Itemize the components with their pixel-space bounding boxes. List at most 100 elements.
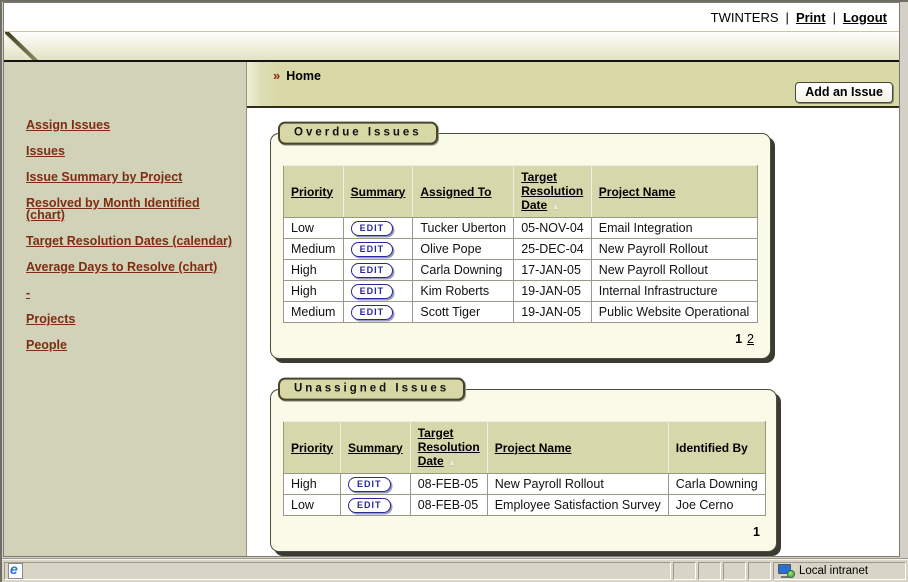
project-name-cell: New Payroll Rollout (487, 474, 668, 495)
edit-button[interactable]: EDIT (348, 498, 391, 513)
pagination: 1 (283, 516, 764, 545)
status-segment (673, 562, 696, 580)
status-bar: Local intranet (2, 558, 908, 582)
page-body: Priority Summary Assigned To Target Reso… (247, 108, 899, 556)
table-row: High EDIT 08-FEB-05 New Payroll Rollout … (284, 474, 766, 495)
chevron-right-icon: » (273, 68, 280, 83)
assigned-to-cell: Kim Roberts (413, 281, 514, 302)
assigned-to-cell: Scott Tiger (413, 302, 514, 323)
sidebar-item-projects[interactable]: Projects (26, 313, 236, 325)
edit-button[interactable]: EDIT (351, 284, 394, 299)
status-segment (723, 562, 746, 580)
project-name-sort-link[interactable]: Project Name (599, 185, 676, 199)
breadcrumb-bar: » Home Add an Issue (247, 62, 899, 108)
identified-by-cell: Joe Cerno (668, 495, 765, 516)
summary-sort-link[interactable]: Summary (348, 441, 403, 455)
sidebar-item-assign-issues[interactable]: Assign Issues (26, 119, 236, 131)
target-date-cell: 17-JAN-05 (514, 260, 592, 281)
edit-button[interactable]: EDIT (351, 242, 394, 257)
identified-by-label: Identified By (676, 441, 748, 455)
target-date-cell: 05-NOV-04 (514, 218, 592, 239)
add-an-issue-button[interactable]: Add an Issue (795, 82, 893, 103)
browser-window: TWINTERS | Print | Logout Assign Issues … (0, 0, 908, 582)
ie-page-icon (8, 563, 23, 579)
priority-cell: Low (284, 495, 341, 516)
table-header-row: Priority Summary Assigned To Target Reso… (284, 166, 758, 218)
priority-sort-link[interactable]: Priority (291, 185, 333, 199)
table-row: Medium EDIT Scott Tiger 19-JAN-05 Public… (284, 302, 758, 323)
security-zone-panel: Local intranet (773, 562, 906, 580)
project-name-cell: New Payroll Rollout (591, 239, 757, 260)
edit-button[interactable]: EDIT (348, 477, 391, 492)
target-date-cell: 19-JAN-05 (514, 281, 592, 302)
pagination: 12 (283, 323, 758, 352)
overdue-issues-region: Priority Summary Assigned To Target Reso… (270, 133, 899, 359)
column-header-summary: Summary (341, 422, 411, 474)
target-date-cell: 19-JAN-05 (514, 302, 592, 323)
edit-button[interactable]: EDIT (351, 221, 394, 236)
status-segment (748, 562, 771, 580)
sidebar-item-people[interactable]: People (26, 339, 236, 351)
region-title: Overdue Issues (278, 122, 438, 145)
table-row: High EDIT Carla Downing 17-JAN-05 New Pa… (284, 260, 758, 281)
column-header-target-resolution-date: Target Resolution Date ▲ (410, 422, 487, 474)
page: TWINTERS | Print | Logout Assign Issues … (3, 2, 900, 557)
project-name-cell: New Payroll Rollout (591, 260, 757, 281)
target-date-cell: 25-DEC-04 (514, 239, 592, 260)
sidebar-nav: Assign Issues Issues Issue Summary by Pr… (4, 62, 247, 556)
sidebar-item-issues[interactable]: Issues (26, 145, 236, 157)
pagination-page-2-link[interactable]: 2 (747, 332, 754, 346)
priority-cell: High (284, 474, 341, 495)
table-header-row: Priority Summary Target Resolution Date … (284, 422, 766, 474)
priority-cell: High (284, 260, 344, 281)
assigned-to-cell: Tucker Uberton (413, 218, 514, 239)
security-zone-label: Local intranet (799, 565, 868, 577)
project-name-sort-link[interactable]: Project Name (495, 441, 572, 455)
target-date-cell: 08-FEB-05 (410, 495, 487, 516)
project-name-cell: Email Integration (591, 218, 757, 239)
column-header-project-name: Project Name (591, 166, 757, 218)
project-name-cell: Employee Satisfaction Survey (487, 495, 668, 516)
sidebar-item-target-resolution-calendar[interactable]: Target Resolution Dates (calendar) (26, 235, 236, 247)
overdue-issues-table: Priority Summary Assigned To Target Reso… (283, 165, 758, 323)
column-header-assigned-to: Assigned To (413, 166, 514, 218)
priority-cell: High (284, 281, 344, 302)
breadcrumb-home: Home (286, 69, 321, 83)
priority-cell: Medium (284, 239, 344, 260)
logout-link[interactable]: Logout (843, 10, 887, 25)
table-row: Low EDIT 08-FEB-05 Employee Satisfaction… (284, 495, 766, 516)
assigned-to-cell: Carla Downing (413, 260, 514, 281)
priority-cell: Medium (284, 302, 344, 323)
project-name-cell: Internal Infrastructure (591, 281, 757, 302)
print-link[interactable]: Print (796, 10, 826, 25)
edit-button[interactable]: EDIT (351, 263, 394, 278)
region-title: Unassigned Issues (278, 378, 465, 401)
unassigned-issues-table: Priority Summary Target Resolution Date … (283, 421, 766, 516)
local-intranet-icon (778, 564, 794, 578)
status-message-panel (4, 562, 671, 580)
priority-sort-link[interactable]: Priority (291, 441, 333, 455)
column-header-priority: Priority (284, 422, 341, 474)
assigned-to-sort-link[interactable]: Assigned To (420, 185, 491, 199)
column-header-identified-by: Identified By (668, 422, 765, 474)
swoosh-decoration (4, 31, 38, 60)
summary-sort-link[interactable]: Summary (351, 185, 406, 199)
overdue-issues-box: Priority Summary Assigned To Target Reso… (270, 133, 771, 359)
separator: | (833, 10, 836, 25)
edit-button[interactable]: EDIT (351, 305, 394, 320)
sidebar-item-issue-summary-by-project[interactable]: Issue Summary by Project (26, 171, 236, 183)
sidebar-item-average-days-chart[interactable]: Average Days to Resolve (chart) (26, 261, 236, 273)
sidebar-item-dash[interactable]: - (26, 287, 236, 299)
table-row: High EDIT Kim Roberts 19-JAN-05 Internal… (284, 281, 758, 302)
breadcrumb: » Home (247, 62, 899, 83)
column-header-project-name: Project Name (487, 422, 668, 474)
user-bar: TWINTERS | Print | Logout (4, 3, 899, 31)
column-header-target-resolution-date: Target Resolution Date ▲ (514, 166, 592, 218)
sidebar-item-resolved-by-month-chart[interactable]: Resolved by Month Identified (chart) (26, 197, 236, 221)
priority-cell: Low (284, 218, 344, 239)
column-header-priority: Priority (284, 166, 344, 218)
sort-ascending-icon: ▲ (551, 201, 561, 212)
username-label: TWINTERS (711, 10, 779, 25)
pagination-current-page: 1 (735, 332, 742, 346)
pagination-current-page: 1 (753, 525, 760, 539)
